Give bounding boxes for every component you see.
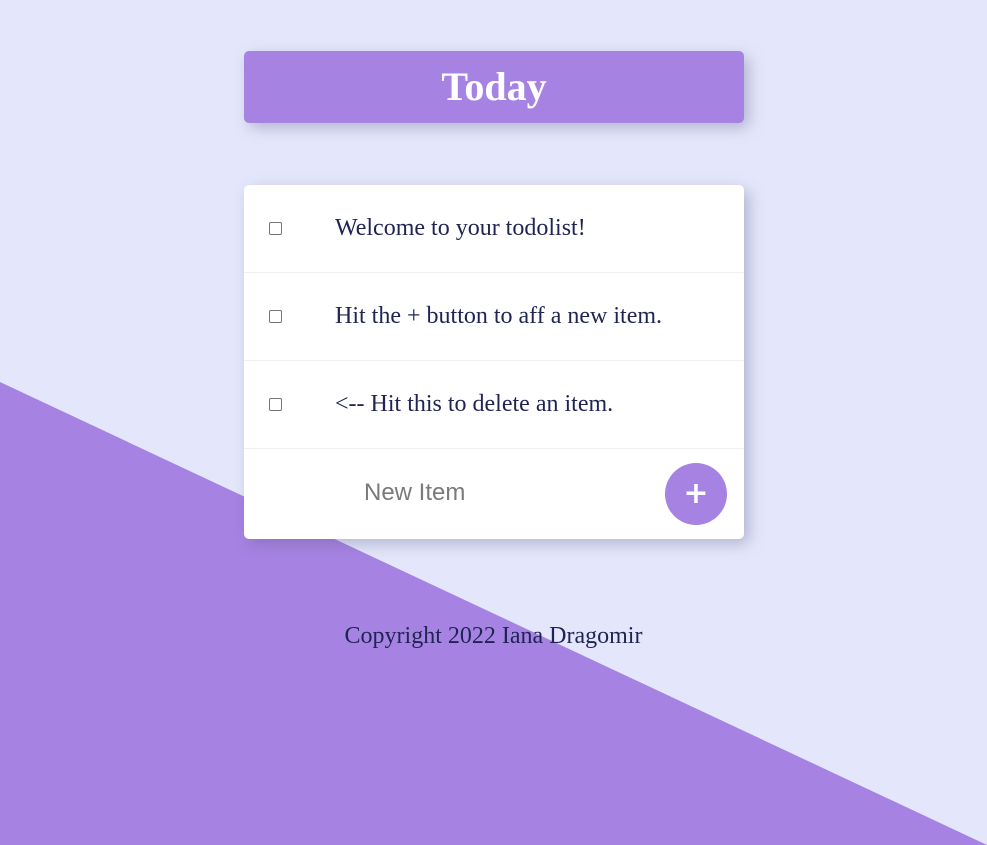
new-item-input[interactable] <box>364 471 564 515</box>
list-item: Hit the + button to aff a new item. <box>244 273 744 361</box>
list-item: Welcome to your todolist! <box>244 185 744 273</box>
item-text: Welcome to your todolist! <box>335 215 586 241</box>
copyright-text: Copyright 2022 Iana Dragomir <box>344 623 643 649</box>
list-item: <-- Hit this to delete an item. <box>244 361 744 449</box>
todo-list: Welcome to your todolist! Hit the + butt… <box>244 185 744 539</box>
new-item-form: + <box>244 449 744 538</box>
item-text: Hit the + button to aff a new item. <box>335 303 663 329</box>
heading-box: Today <box>244 51 744 123</box>
item-checkbox[interactable] <box>269 397 282 411</box>
page-title: Today <box>441 64 547 109</box>
item-checkbox[interactable] <box>269 309 282 323</box>
add-item-button[interactable]: + <box>665 463 727 525</box>
item-text: <-- Hit this to delete an item. <box>335 391 614 417</box>
footer: Copyright 2022 Iana Dragomir <box>0 623 987 650</box>
item-checkbox[interactable] <box>269 221 282 235</box>
